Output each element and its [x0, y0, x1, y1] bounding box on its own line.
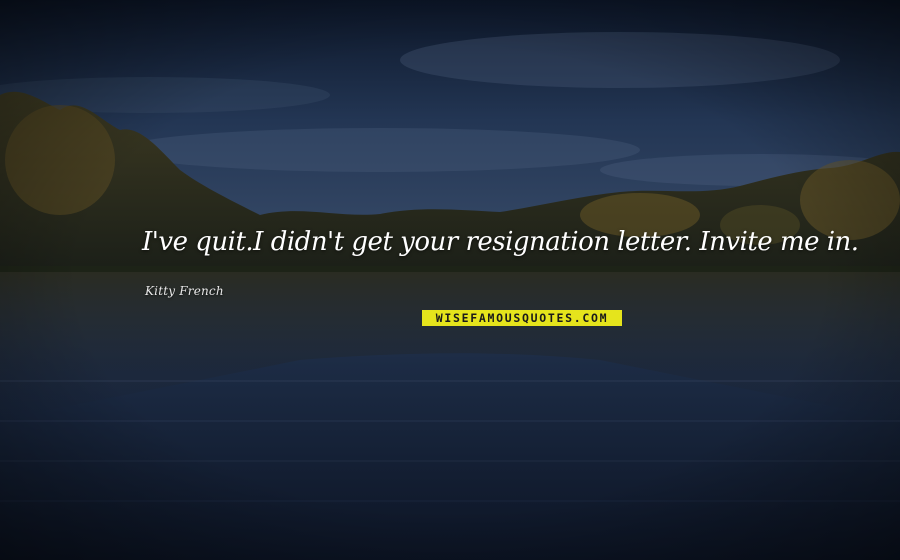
- quote-image: I've quit.I didn't get your resignation …: [0, 0, 900, 560]
- quote-author: Kitty French: [145, 284, 224, 298]
- lake-landscape-background: [0, 0, 900, 560]
- quote-text: I've quit.I didn't get your resignation …: [142, 227, 859, 257]
- watermark-badge: WISEFAMOUSQUOTES.COM: [422, 310, 622, 326]
